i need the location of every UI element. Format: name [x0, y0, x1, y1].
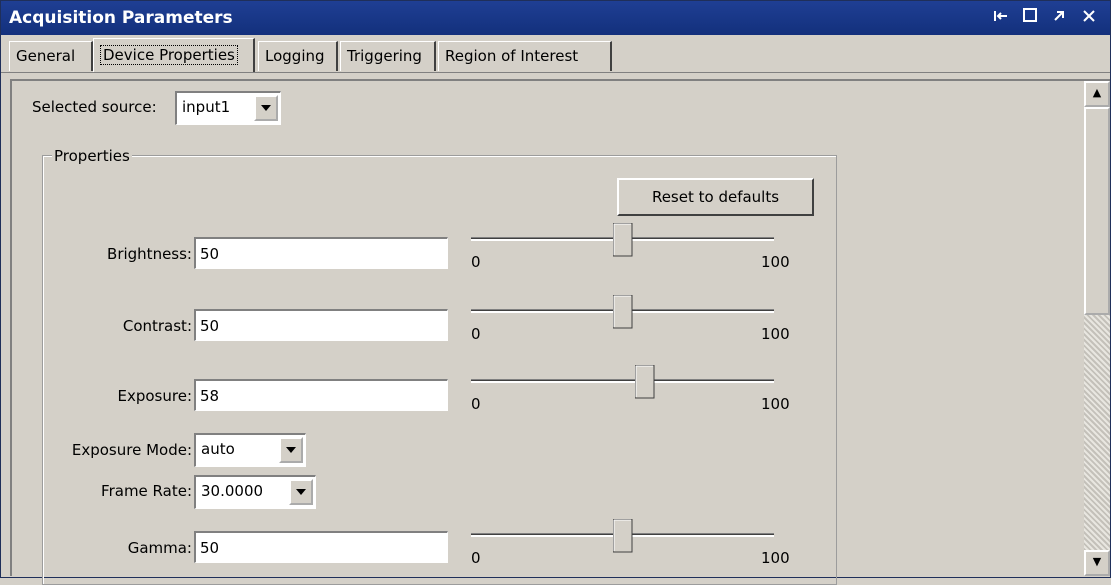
chevron-down-icon[interactable] [279, 437, 303, 463]
tab-logging[interactable]: Logging [258, 41, 338, 71]
tab-triggering-label: Triggering [347, 47, 422, 65]
brightness-label: Brightness: [107, 245, 192, 263]
tab-triggering[interactable]: Triggering [340, 41, 436, 71]
contrast-slider-min: 0 [471, 325, 481, 343]
dock-icon[interactable] [990, 7, 1012, 27]
contrast-slider-thumb[interactable] [612, 295, 633, 329]
gamma-field[interactable] [194, 531, 448, 563]
contrast-field[interactable] [194, 309, 448, 341]
selected-source-value: input1 [182, 98, 231, 116]
scrollbar-thumb[interactable] [1084, 107, 1110, 315]
exposure-mode-dropdown[interactable]: auto [194, 433, 306, 467]
contrast-label: Contrast: [122, 317, 192, 335]
scroll-up-icon[interactable]: ▲ [1084, 81, 1110, 107]
selected-source-label: Selected source: [32, 98, 157, 116]
reset-to-defaults-label: Reset to defaults [651, 188, 780, 206]
frame-rate-label: Frame Rate: [101, 482, 192, 500]
scroll-down-icon[interactable]: ▼ [1084, 550, 1110, 576]
tab-device-properties-label: Device Properties [100, 45, 238, 65]
contrast-slider-max: 100 [761, 325, 790, 343]
properties-group-title: Properties [52, 147, 132, 165]
tab-region-of-interest[interactable]: Region of Interest [438, 41, 612, 71]
maximize-icon[interactable] [1019, 7, 1041, 27]
exposure-slider-max: 100 [761, 395, 790, 413]
exposure-field[interactable] [194, 379, 448, 411]
contrast-slider[interactable]: 0 100 [471, 295, 790, 347]
brightness-field[interactable] [194, 237, 448, 269]
window-title: Acquisition Parameters [9, 8, 233, 28]
frame-rate-value: 30.0000 [201, 482, 264, 500]
brightness-slider-max: 100 [761, 253, 790, 271]
title-bar[interactable]: Acquisition Parameters [1, 1, 1110, 35]
tab-logging-label: Logging [265, 47, 325, 65]
tab-general-label: General [16, 47, 76, 65]
exposure-slider-min: 0 [471, 395, 481, 413]
gamma-label: Gamma: [127, 539, 192, 557]
tab-region-of-interest-label: Region of Interest [445, 47, 579, 65]
gamma-slider-min: 0 [471, 549, 481, 567]
undock-icon[interactable] [1048, 7, 1070, 27]
exposure-slider-thumb[interactable] [635, 365, 655, 399]
exposure-mode-label: Exposure Mode: [71, 441, 192, 459]
exposure-slider-track [471, 379, 774, 383]
chevron-down-icon[interactable] [289, 479, 313, 505]
tab-bar: General Device Properties Logging Trigge… [1, 35, 1110, 73]
brightness-slider-min: 0 [471, 253, 481, 271]
gamma-slider-max: 100 [761, 549, 790, 567]
gamma-slider[interactable]: 0 100 [471, 519, 790, 571]
brightness-slider[interactable]: 0 100 [471, 223, 790, 275]
gamma-slider-thumb[interactable] [612, 519, 633, 553]
chevron-down-icon[interactable] [254, 95, 278, 121]
frame-rate-dropdown[interactable]: 30.0000 [194, 475, 316, 509]
tab-general[interactable]: General [9, 41, 93, 71]
exposure-label: Exposure: [117, 387, 193, 405]
exposure-slider[interactable]: 0 100 [471, 365, 790, 417]
reset-to-defaults-button[interactable]: Reset to defaults [617, 178, 814, 216]
close-icon[interactable] [1078, 7, 1100, 27]
exposure-mode-value: auto [201, 440, 235, 458]
selected-source-dropdown[interactable]: input1 [175, 91, 281, 125]
tab-device-properties[interactable]: Device Properties [93, 38, 255, 72]
brightness-slider-thumb[interactable] [612, 223, 633, 257]
device-properties-panel: Selected source: input1 Properties Reset… [10, 79, 1110, 585]
vertical-scrollbar[interactable]: ▲ ▼ [1084, 81, 1110, 576]
acquisition-parameters-window: Acquisition Parameters General Device Pr… [0, 0, 1111, 585]
